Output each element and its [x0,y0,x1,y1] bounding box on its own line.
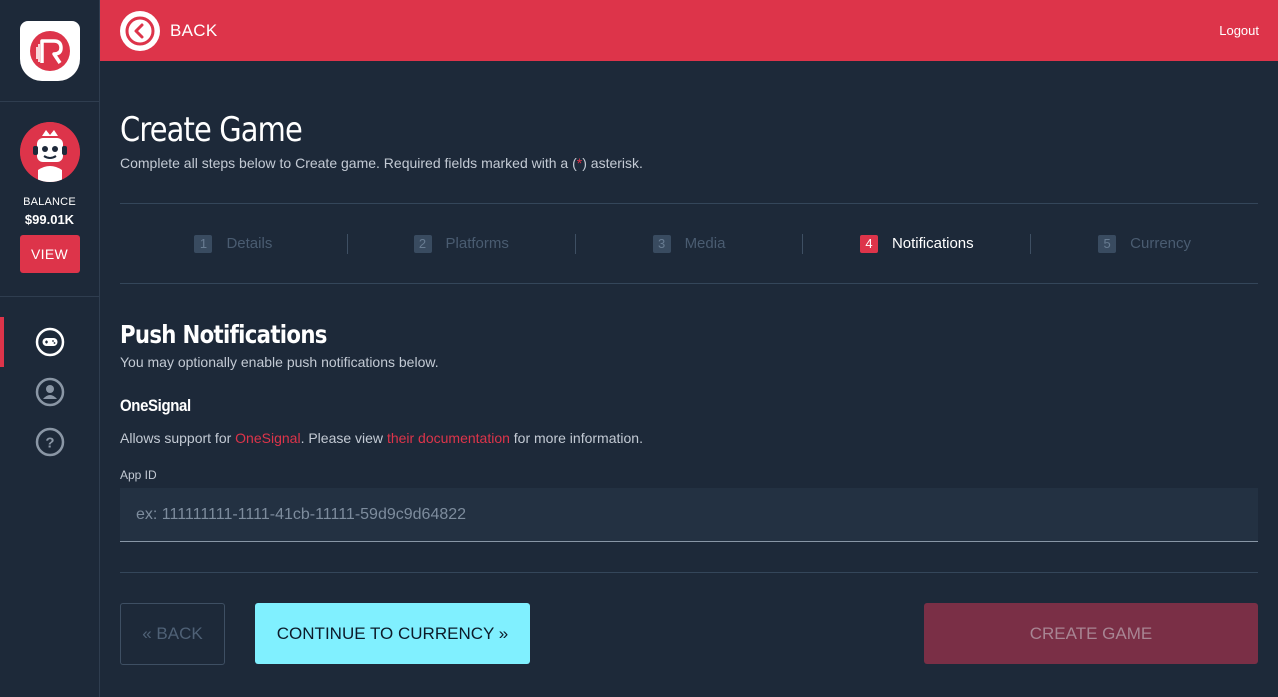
sidebar-nav: ? [0,297,99,467]
provider-title: OneSignal [120,396,191,415]
documentation-link[interactable]: their documentation [387,430,510,446]
step-media[interactable]: 3 Media [576,233,804,254]
page-title: Create Game [120,110,303,150]
back-arrow-button[interactable] [120,10,160,51]
subtitle-text: Complete all steps below to Create game.… [120,155,577,171]
form-actions: « BACK CONTINUE TO CURRENCY » CREATE GAM… [120,603,1258,665]
subtitle-text-end: ) asterisk. [582,155,643,171]
divider [120,572,1258,573]
step-number: 1 [194,234,213,253]
brand-logo-icon[interactable] [19,20,80,81]
step-details[interactable]: 1 Details [120,233,348,254]
logo-container [0,0,99,102]
step-label: Notifications [891,235,974,252]
step-number: 4 [859,234,878,253]
robot-avatar-icon[interactable] [19,122,80,182]
sidebar: BALANCE $99.01K VIEW ? [0,0,100,697]
back-button[interactable]: « BACK [120,603,225,665]
provider-desc-text: Allows support for [120,430,236,446]
sidebar-item-games[interactable] [0,317,99,367]
logout-link[interactable]: Logout [1219,23,1259,38]
chevron-left-icon [125,16,155,45]
onesignal-link[interactable]: OneSignal [235,430,300,446]
top-bar: BACK Logout [100,0,1278,61]
step-label: Currency [1130,235,1192,252]
provider-desc-text-end: for more information. [509,430,643,446]
user-icon [35,377,64,407]
step-number: 2 [413,234,432,253]
section-title: Push Notifications [120,320,327,349]
step-indicator: 1 Details 2 Platforms 3 Media 4 Notifica… [120,203,1258,284]
continue-to-currency-button[interactable]: CONTINUE TO CURRENCY » [255,603,530,664]
svg-text:?: ? [45,435,54,452]
back-link[interactable]: BACK [170,21,218,41]
app-id-input[interactable] [120,488,1258,542]
step-number: 5 [1098,234,1117,253]
step-currency[interactable]: 5 Currency [1031,234,1258,254]
step-label: Media [684,235,726,252]
step-label: Details [226,235,273,252]
profile-panel: BALANCE $99.01K VIEW [0,102,99,297]
help-icon: ? [35,427,64,457]
sidebar-item-help[interactable]: ? [0,417,99,467]
view-balance-button[interactable]: VIEW [19,235,80,273]
step-notifications[interactable]: 4 Notifications [803,233,1032,254]
section-subtitle: You may optionally enable push notificat… [120,354,439,370]
page-subtitle: Complete all steps below to Create game.… [120,155,1258,171]
step-number: 3 [652,234,671,253]
step-platforms[interactable]: 2 Platforms [348,233,576,254]
provider-description: Allows support for OneSignal. Please vie… [120,430,1258,446]
sidebar-item-profile[interactable] [0,367,99,417]
create-game-button[interactable]: CREATE GAME [924,603,1258,664]
step-label: Platforms [445,235,509,252]
main-content: Create Game Complete all steps below to … [120,61,1258,665]
balance-label: BALANCE [23,196,76,208]
balance-value: $99.01K [24,212,75,227]
gamepad-icon [35,327,64,357]
provider-desc-text-mid: . Please view [300,430,387,446]
app-id-label: App ID [120,468,157,482]
